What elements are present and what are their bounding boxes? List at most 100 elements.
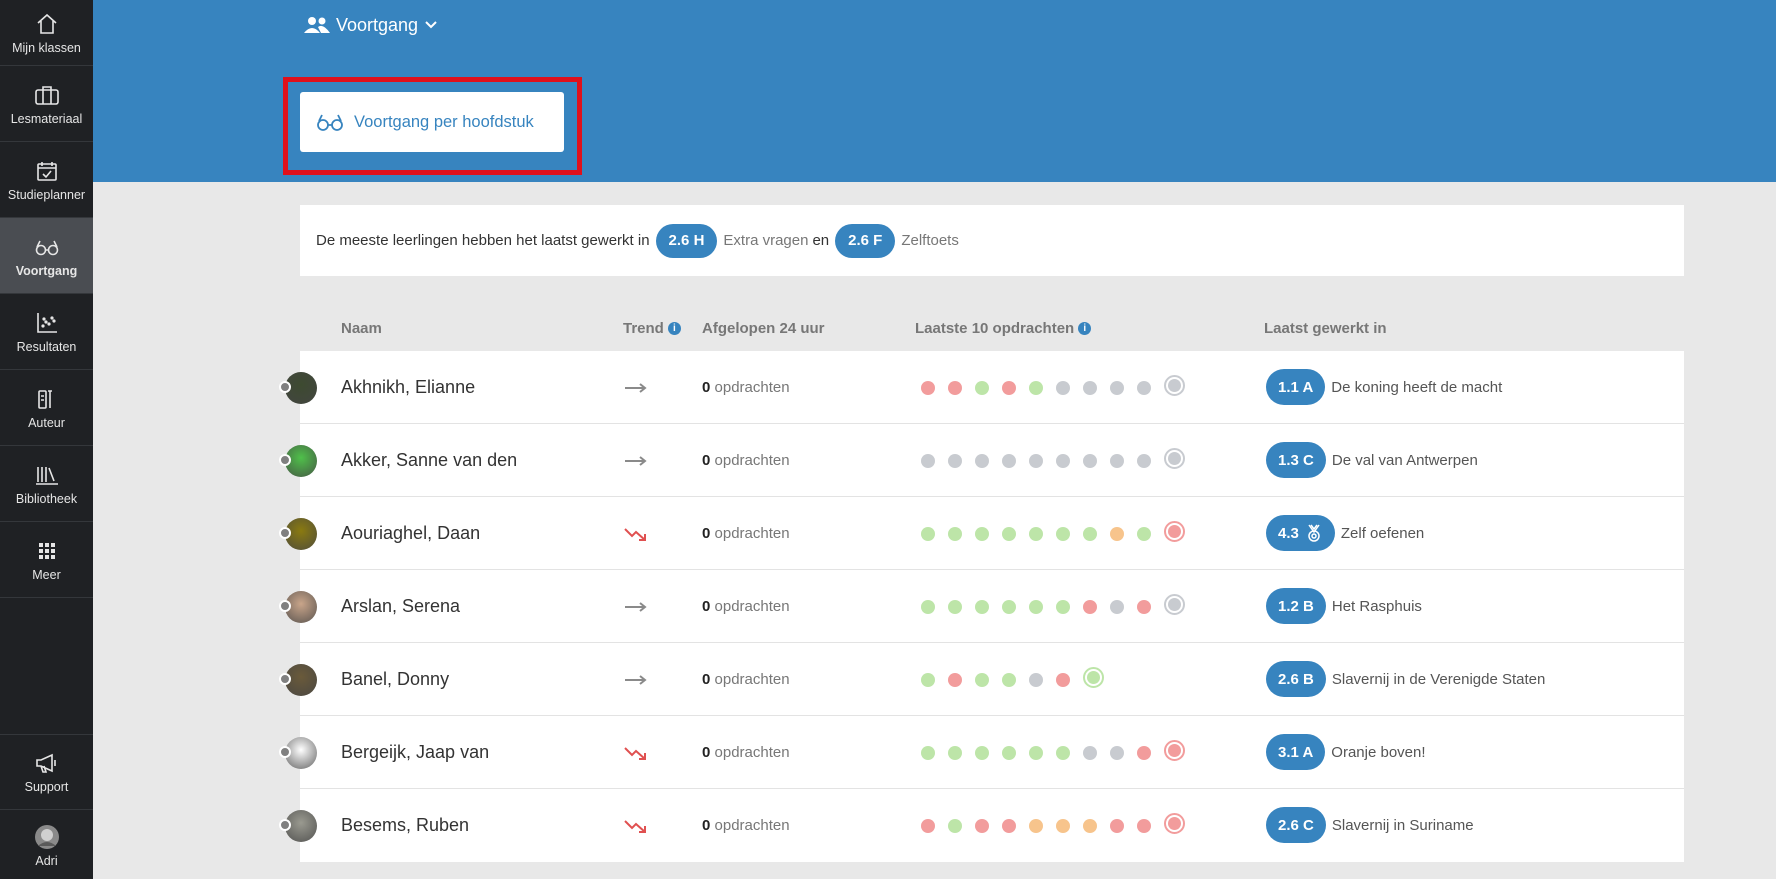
assignment-dot[interactable] bbox=[1029, 818, 1043, 833]
assignment-dot[interactable] bbox=[1083, 818, 1097, 833]
assignment-dot[interactable] bbox=[1137, 745, 1151, 760]
column-header-trend[interactable]: Trend i bbox=[623, 320, 681, 337]
sidebar-item-support[interactable]: Support bbox=[0, 734, 93, 810]
assignment-dot[interactable] bbox=[1110, 453, 1124, 468]
latest-assignment-dot[interactable] bbox=[1164, 813, 1185, 834]
latest-assignment-dot[interactable] bbox=[1164, 521, 1185, 542]
summary-chapter-pill[interactable]: 2.6 F bbox=[835, 223, 896, 258]
info-icon[interactable]: i bbox=[1078, 322, 1092, 335]
assignment-dot[interactable] bbox=[1056, 672, 1070, 687]
assignment-dot[interactable] bbox=[1110, 526, 1124, 541]
assignment-dot[interactable] bbox=[975, 672, 989, 687]
assignment-dot[interactable] bbox=[1056, 526, 1070, 541]
assignment-dot[interactable] bbox=[1110, 745, 1124, 760]
table-row[interactable]: Aouriaghel, Daan 0 opdrachten 4.3 Zelf oefe… bbox=[279, 497, 1684, 570]
assignment-dot[interactable] bbox=[1029, 380, 1043, 395]
assignment-dot[interactable] bbox=[948, 818, 962, 833]
assignment-dot[interactable] bbox=[1056, 745, 1070, 760]
table-row[interactable]: Bergeijk, Jaap van 0 opdrachten 3.1 A Oranj… bbox=[279, 716, 1684, 789]
assignment-dot[interactable] bbox=[1137, 380, 1151, 395]
sidebar-item-mijn-klassen[interactable]: Mijn klassen bbox=[0, 0, 93, 66]
assignment-dot[interactable] bbox=[1002, 453, 1016, 468]
sidebar-item-auteur[interactable]: Auteur bbox=[0, 370, 93, 446]
assignment-dot[interactable] bbox=[1083, 526, 1097, 541]
assignment-dot[interactable] bbox=[948, 453, 962, 468]
assignment-dot[interactable] bbox=[948, 526, 962, 541]
sidebar-item-bibliotheek[interactable]: Bibliotheek bbox=[0, 446, 93, 522]
latest-assignment-dot[interactable] bbox=[1164, 740, 1185, 761]
progress-per-chapter-button[interactable]: Voortgang per hoofdstuk bbox=[300, 92, 564, 152]
sidebar-item-studieplanner[interactable]: Studieplanner bbox=[0, 142, 93, 218]
assignment-dot[interactable] bbox=[1002, 745, 1016, 760]
assignment-dot[interactable] bbox=[1083, 599, 1097, 614]
chapter-pill[interactable]: 4.3 bbox=[1266, 515, 1335, 551]
assignment-dot[interactable] bbox=[1029, 672, 1043, 687]
column-header-last10[interactable]: Laatste 10 opdrachten i bbox=[915, 320, 1092, 337]
assignment-dot[interactable] bbox=[975, 526, 989, 541]
student-name[interactable]: Banel, Donny bbox=[341, 669, 449, 690]
student-name[interactable]: Bergeijk, Jaap van bbox=[341, 742, 489, 763]
sidebar-item-user[interactable]: Adri bbox=[0, 812, 93, 879]
column-header-last-worked[interactable]: Laatst gewerkt in bbox=[1264, 320, 1387, 337]
assignment-dot[interactable] bbox=[948, 672, 962, 687]
assignment-dot[interactable] bbox=[1002, 672, 1016, 687]
chapter-pill[interactable]: 1.3 C bbox=[1266, 442, 1326, 478]
assignment-dot[interactable] bbox=[975, 818, 989, 833]
table-row[interactable]: Akhnikh, Elianne 0 opdrachten 1.1 A De koni… bbox=[279, 351, 1684, 424]
assignment-dot[interactable] bbox=[1029, 526, 1043, 541]
table-row[interactable]: Besems, Ruben 0 opdrachten 2.6 C Slavernij … bbox=[279, 789, 1684, 862]
view-dropdown[interactable]: Voortgang bbox=[304, 12, 438, 38]
summary-chapter-pill[interactable]: 2.6 H bbox=[655, 223, 718, 258]
assignment-dot[interactable] bbox=[948, 599, 962, 614]
latest-assignment-dot[interactable] bbox=[1083, 667, 1104, 688]
sidebar-item-meer[interactable]: Meer bbox=[0, 522, 93, 598]
assignment-dot[interactable] bbox=[1137, 818, 1151, 833]
assignment-dot[interactable] bbox=[1137, 599, 1151, 614]
student-name[interactable]: Akhnikh, Elianne bbox=[341, 377, 475, 398]
assignment-dot[interactable] bbox=[1056, 818, 1070, 833]
chapter-pill[interactable]: 3.1 A bbox=[1266, 734, 1326, 770]
assignment-dot[interactable] bbox=[1137, 453, 1151, 468]
chapter-pill[interactable]: 1.2 B bbox=[1266, 588, 1326, 624]
table-row[interactable]: Akker, Sanne van den 0 opdrachten 1.3 C De … bbox=[279, 424, 1684, 497]
assignment-dot[interactable] bbox=[921, 818, 935, 833]
assignment-dot[interactable] bbox=[1002, 818, 1016, 833]
assignment-dot[interactable] bbox=[921, 745, 935, 760]
chapter-pill[interactable]: 1.1 A bbox=[1266, 369, 1326, 405]
assignment-dot[interactable] bbox=[1056, 599, 1070, 614]
assignment-dot[interactable] bbox=[948, 745, 962, 760]
table-row[interactable]: Arslan, Serena 0 opdrachten 1.2 B Het Rasph… bbox=[279, 570, 1684, 643]
latest-assignment-dot[interactable] bbox=[1164, 448, 1185, 469]
column-header-name[interactable]: Naam bbox=[341, 320, 382, 337]
latest-assignment-dot[interactable] bbox=[1164, 375, 1185, 396]
student-name[interactable]: Aouriaghel, Daan bbox=[341, 523, 480, 544]
latest-assignment-dot[interactable] bbox=[1164, 594, 1185, 615]
assignment-dot[interactable] bbox=[1083, 745, 1097, 760]
assignment-dot[interactable] bbox=[1029, 599, 1043, 614]
assignment-dot[interactable] bbox=[1083, 380, 1097, 395]
assignment-dot[interactable] bbox=[1002, 526, 1016, 541]
column-header-last24[interactable]: Afgelopen 24 uur bbox=[702, 320, 825, 337]
sidebar-item-voortgang[interactable]: Voortgang bbox=[0, 218, 93, 294]
assignment-dot[interactable] bbox=[1029, 453, 1043, 468]
assignment-dot[interactable] bbox=[1110, 818, 1124, 833]
assignment-dot[interactable] bbox=[1110, 599, 1124, 614]
student-name[interactable]: Arslan, Serena bbox=[341, 596, 460, 617]
assignment-dot[interactable] bbox=[1029, 745, 1043, 760]
chapter-pill[interactable]: 2.6 C bbox=[1266, 807, 1326, 843]
assignment-dot[interactable] bbox=[921, 526, 935, 541]
assignment-dot[interactable] bbox=[1002, 380, 1016, 395]
table-row[interactable]: Banel, Donny 0 opdrachten 2.6 B Slavernij i… bbox=[279, 643, 1684, 716]
sidebar-item-lesmateriaal[interactable]: Lesmateriaal bbox=[0, 66, 93, 142]
assignment-dot[interactable] bbox=[1056, 380, 1070, 395]
assignment-dot[interactable] bbox=[975, 599, 989, 614]
chapter-pill[interactable]: 2.6 B bbox=[1266, 661, 1326, 697]
student-name[interactable]: Besems, Ruben bbox=[341, 815, 469, 836]
assignment-dot[interactable] bbox=[1083, 453, 1097, 468]
assignment-dot[interactable] bbox=[1137, 526, 1151, 541]
assignment-dot[interactable] bbox=[1002, 599, 1016, 614]
assignment-dot[interactable] bbox=[1056, 453, 1070, 468]
assignment-dot[interactable] bbox=[948, 380, 962, 395]
assignment-dot[interactable] bbox=[921, 453, 935, 468]
student-name[interactable]: Akker, Sanne van den bbox=[341, 450, 517, 471]
